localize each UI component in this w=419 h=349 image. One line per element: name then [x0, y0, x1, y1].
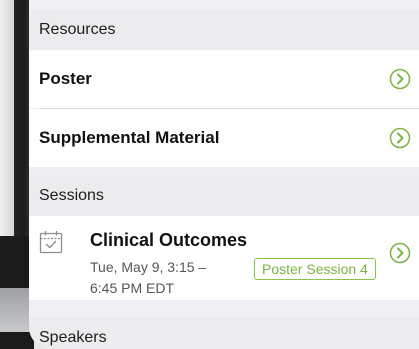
session-time-line1: Tue, May 9, 3:15 –: [90, 259, 207, 275]
chevron-right-icon[interactable]: [389, 242, 411, 264]
resource-item-label: Supplemental Material: [39, 128, 220, 147]
session-badge: Poster Session 4: [254, 258, 376, 280]
app-screen: Resources Poster Supplemental Material S…: [29, 0, 419, 349]
resource-item-supplemental-material[interactable]: Supplemental Material: [29, 109, 419, 167]
session-time-line2: 6:45 PM EDT: [90, 280, 175, 296]
session-time: Tue, May 9, 3:15 – 6:45 PM EDT: [90, 257, 250, 299]
session-title: Clinical Outcomes: [90, 230, 248, 250]
calendar-icon: [39, 231, 63, 254]
chevron-right-icon[interactable]: [389, 127, 411, 149]
section-title-resources: Resources: [39, 21, 116, 38]
resource-item-label: Poster: [39, 69, 92, 88]
section-title-sessions: Sessions: [39, 186, 104, 204]
resource-item-poster[interactable]: Poster: [29, 50, 419, 108]
section-title-speakers: Speakers: [39, 329, 107, 346]
session-item[interactable]: Clinical Outcomes Tue, May 9, 3:15 – 6:4…: [29, 216, 419, 300]
section-header-sessions: Sessions: [29, 175, 419, 216]
chevron-right-icon[interactable]: [389, 68, 411, 90]
section-header-resources: Resources: [29, 10, 419, 50]
section-header-speakers: Speakers: [29, 318, 419, 349]
